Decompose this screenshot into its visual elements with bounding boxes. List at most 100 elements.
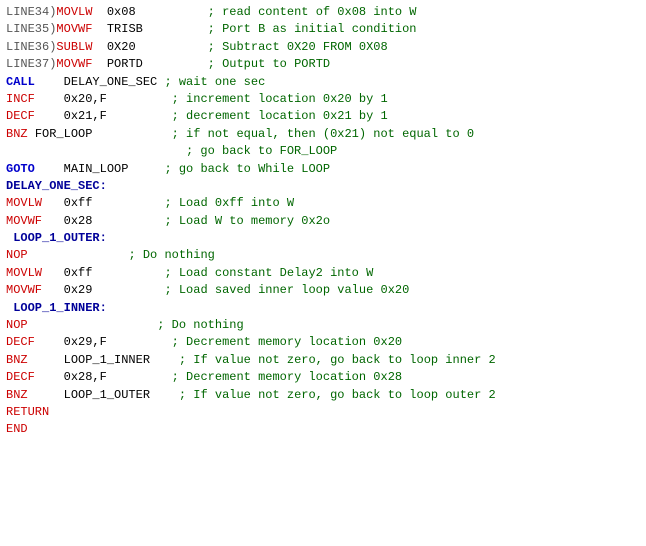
comment-segment: ; go back to While LOOP: [164, 162, 330, 176]
comment-segment: ; Load saved inner loop value 0x20: [164, 283, 409, 297]
label-segment: LOOP_1_INNER:: [13, 301, 107, 315]
instr-segment: BNZ: [6, 127, 28, 141]
comment-segment: ; Output to PORTD: [208, 57, 330, 71]
space-segment: [92, 214, 164, 228]
instr-segment: DECF: [6, 335, 35, 349]
instr-segment: MOVLW: [6, 266, 42, 280]
code-line: RETURN: [6, 404, 640, 421]
instr-segment: SUBLW: [56, 40, 92, 54]
instr-segment: DECF: [6, 370, 35, 384]
lineno-segment: LINE34): [6, 5, 56, 19]
code-line: LOOP_1_INNER:: [6, 300, 640, 317]
instr-segment: MOVWF: [6, 214, 42, 228]
comment-segment: ; if not equal, then (0x21) not equal to…: [172, 127, 474, 141]
code-line: DECF 0x21,F ; decrement location 0x21 by…: [6, 108, 640, 125]
comment-segment: ; Load constant Delay2 into W: [164, 266, 373, 280]
keyword-segment: CALL: [6, 75, 35, 89]
instr-segment: MOVLW: [56, 5, 92, 19]
code-line: LOOP_1_OUTER:: [6, 230, 640, 247]
space-segment: [107, 370, 172, 384]
comment-segment: ; read content of 0x08 into W: [208, 5, 417, 19]
instr-segment: NOP: [6, 248, 28, 262]
lineno-segment: LINE35): [6, 22, 56, 36]
hex-segment: 0X20: [107, 40, 136, 54]
space-segment: [35, 370, 64, 384]
instr-segment: MOVWF: [56, 22, 92, 36]
comment-segment: ; If value not zero, go back to loop inn…: [179, 353, 496, 367]
code-line: MOVWF 0x29 ; Load saved inner loop value…: [6, 282, 640, 299]
code-line: MOVLW 0xff ; Load constant Delay2 into W: [6, 265, 640, 282]
instr-segment: MOVWF: [56, 57, 92, 71]
space-segment: [150, 353, 179, 367]
operand-segment: FOR_LOOP: [35, 127, 93, 141]
code-line: LINE36)SUBLW 0X20 ; Subtract 0X20 FROM 0…: [6, 39, 640, 56]
code-line: NOP ; Do nothing: [6, 247, 640, 264]
code-container: LINE34)MOVLW 0x08 ; read content of 0x08…: [0, 0, 646, 546]
hex-segment: 0x29: [64, 283, 93, 297]
space-segment: [92, 5, 106, 19]
space-segment: [128, 162, 164, 176]
operand-segment: LOOP_1_OUTER: [64, 388, 150, 402]
comment-segment: ; decrement location 0x21 by 1: [172, 109, 388, 123]
instr-segment: END: [6, 422, 28, 436]
instr-segment: RETURN: [6, 405, 49, 419]
instr-segment: NOP: [6, 318, 28, 332]
code-line: ; go back to FOR_LOOP: [6, 143, 640, 160]
code-line: BNZ LOOP_1_OUTER ; If value not zero, go…: [6, 387, 640, 404]
comment-segment: ; wait one sec: [164, 75, 265, 89]
operand-segment: LOOP_1_INNER: [64, 353, 150, 367]
operand-segment: MAIN_LOOP: [64, 162, 129, 176]
space-segment: [28, 248, 129, 262]
space-segment: [42, 214, 64, 228]
space-segment: [35, 75, 64, 89]
code-lines: LINE34)MOVLW 0x08 ; read content of 0x08…: [6, 4, 640, 439]
code-line: MOVLW 0xff ; Load 0xff into W: [6, 195, 640, 212]
space-segment: [35, 92, 64, 106]
space-segment: [143, 22, 208, 36]
instr-segment: INCF: [6, 92, 35, 106]
code-line: BNZ FOR_LOOP ; if not equal, then (0x21)…: [6, 126, 640, 143]
space-segment: [92, 196, 164, 210]
code-line: CALL DELAY_ONE_SEC ; wait one sec: [6, 74, 640, 91]
space-segment: [28, 127, 35, 141]
hex-segment: 0x28: [64, 214, 93, 228]
code-line: NOP ; Do nothing: [6, 317, 640, 334]
comment-segment: ; Load W to memory 0x2o: [164, 214, 330, 228]
code-line: BNZ LOOP_1_INNER ; If value not zero, go…: [6, 352, 640, 369]
space-segment: [143, 57, 208, 71]
space-segment: [92, 127, 171, 141]
code-line: MOVWF 0x28 ; Load W to memory 0x2o: [6, 213, 640, 230]
hex-segment: 0xff: [64, 266, 93, 280]
space-segment: [42, 283, 64, 297]
space-segment: [92, 22, 106, 36]
hex-segment: 0x28,F: [64, 370, 107, 384]
hex-segment: 0x08: [107, 5, 136, 19]
code-line: GOTO MAIN_LOOP ; go back to While LOOP: [6, 161, 640, 178]
code-line: LINE37)MOVWF PORTD ; Output to PORTD: [6, 56, 640, 73]
hex-segment: 0xff: [64, 196, 93, 210]
space-segment: [35, 162, 64, 176]
code-line: DECF 0x28,F ; Decrement memory location …: [6, 369, 640, 386]
space-segment: [136, 40, 208, 54]
operand-segment: PORTD: [107, 57, 143, 71]
comment-segment: ; increment location 0x20 by 1: [172, 92, 388, 106]
instr-segment: BNZ: [6, 388, 28, 402]
space-segment: [28, 318, 158, 332]
code-line: END: [6, 421, 640, 438]
code-line: LINE35)MOVWF TRISB ; Port B as initial c…: [6, 21, 640, 38]
comment-segment: ; Load 0xff into W: [164, 196, 294, 210]
comment-segment: ; If value not zero, go back to loop out…: [179, 388, 496, 402]
code-line: INCF 0x20,F ; increment location 0x20 by…: [6, 91, 640, 108]
comment-segment: ; Decrement memory location 0x28: [172, 370, 402, 384]
space-segment: [150, 388, 179, 402]
hex-segment: 0x29,F: [64, 335, 107, 349]
instr-segment: BNZ: [6, 353, 28, 367]
code-line: DELAY_ONE_SEC:: [6, 178, 640, 195]
hex-segment: 0x20,F: [64, 92, 107, 106]
code-line: LINE34)MOVLW 0x08 ; read content of 0x08…: [6, 4, 640, 21]
space-segment: [28, 388, 64, 402]
operand-segment: TRISB: [107, 22, 143, 36]
space-segment: [6, 144, 186, 158]
label-segment: LOOP_1_OUTER:: [13, 231, 107, 245]
space-segment: [35, 109, 64, 123]
